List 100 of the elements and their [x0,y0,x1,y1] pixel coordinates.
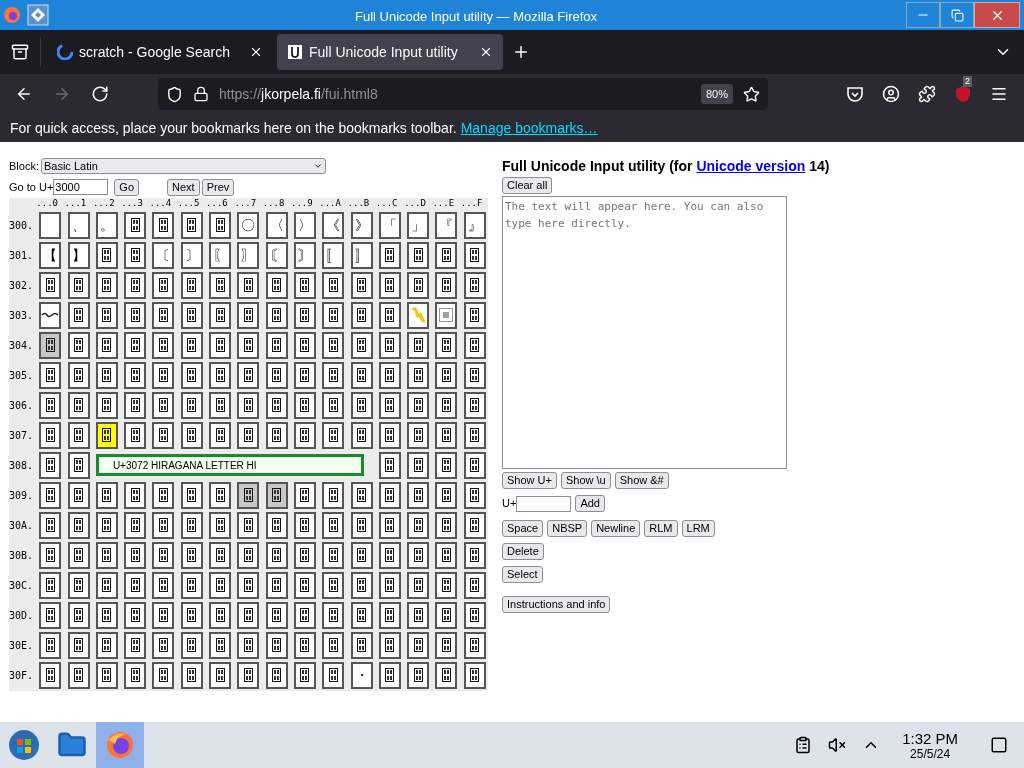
character-cell[interactable] [293,511,316,539]
insert-button[interactable]: NBSP [547,520,588,537]
character-cell[interactable] [378,271,401,299]
character-cell[interactable] [152,271,175,299]
character-cell[interactable] [152,421,175,449]
character-cell[interactable]: 。 [95,211,118,239]
character-cell[interactable]: 〉 [293,211,316,239]
extensions-icon[interactable] [918,85,936,103]
code-point-input[interactable] [516,495,572,512]
character-cell[interactable] [209,331,232,359]
character-cell[interactable] [407,571,430,599]
character-cell[interactable] [322,541,345,569]
next-button[interactable]: Next [167,178,200,196]
character-cell[interactable] [378,391,401,419]
character-cell[interactable] [209,391,232,419]
character-cell[interactable] [152,301,175,329]
character-cell[interactable] [237,421,260,449]
character-cell[interactable] [39,451,62,479]
character-cell[interactable] [124,661,147,689]
character-cell[interactable] [407,391,430,419]
character-cell[interactable] [463,631,486,659]
character-cell[interactable] [350,481,373,509]
character-cell[interactable] [39,361,62,389]
character-cell[interactable] [95,361,118,389]
character-cell[interactable] [435,391,458,419]
character-cell[interactable] [124,331,147,359]
character-cell[interactable] [378,421,401,449]
character-cell[interactable] [152,481,175,509]
character-cell[interactable] [124,631,147,659]
character-cell[interactable] [180,361,203,389]
character-cell[interactable] [350,511,373,539]
character-cell[interactable] [293,331,316,359]
character-cell[interactable] [39,331,62,359]
add-button[interactable]: Add [575,495,605,512]
character-cell[interactable] [407,481,430,509]
character-cell[interactable] [378,331,401,359]
character-cell[interactable] [463,361,486,389]
character-cell[interactable] [95,481,118,509]
character-cell[interactable] [435,481,458,509]
character-cell[interactable] [463,481,486,509]
character-cell[interactable] [265,331,288,359]
character-cell[interactable] [95,271,118,299]
character-cell[interactable] [407,241,430,269]
character-cell[interactable] [152,661,175,689]
character-cell[interactable] [152,211,175,239]
character-cell[interactable] [293,661,316,689]
character-cell[interactable] [265,571,288,599]
character-cell[interactable] [265,601,288,629]
go-button[interactable]: Go [114,178,139,196]
character-cell[interactable] [293,301,316,329]
character-cell[interactable] [463,451,486,479]
character-cell[interactable]: 』 [463,211,486,239]
character-cell[interactable]: 【 [39,241,62,269]
character-cell[interactable] [124,571,147,599]
character-cell[interactable] [152,571,175,599]
show-desktop-icon[interactable] [990,736,1008,754]
character-cell[interactable] [407,301,430,329]
character-cell[interactable] [124,361,147,389]
character-cell[interactable] [124,511,147,539]
delete-button[interactable]: Delete [502,543,544,560]
character-cell[interactable] [237,541,260,569]
character-cell[interactable] [435,571,458,599]
character-cell[interactable] [435,331,458,359]
muted-speaker-icon[interactable] [828,736,847,754]
character-cell[interactable] [293,601,316,629]
character-cell[interactable] [95,421,118,449]
character-cell[interactable] [378,541,401,569]
character-cell[interactable]: 〇 [237,211,260,239]
character-cell[interactable] [67,271,90,299]
character-cell[interactable] [124,211,147,239]
character-cell[interactable] [322,391,345,419]
character-cell[interactable] [67,631,90,659]
character-cell[interactable] [463,571,486,599]
character-cell[interactable] [463,421,486,449]
character-cell[interactable] [237,571,260,599]
character-cell[interactable] [463,241,486,269]
character-cell[interactable] [350,391,373,419]
browser-tab[interactable]: scratch - Google Search [47,34,273,70]
character-cell[interactable] [237,481,260,509]
character-cell[interactable] [435,301,458,329]
character-cell[interactable] [124,301,147,329]
character-cell[interactable] [180,301,203,329]
character-cell[interactable] [463,271,486,299]
close-tab-icon[interactable] [249,45,263,59]
character-cell[interactable] [463,511,486,539]
character-cell[interactable] [350,631,373,659]
character-cell[interactable] [322,511,345,539]
character-cell[interactable] [350,271,373,299]
browser-tab[interactable]: Full Unicode Input utility [277,34,503,70]
character-cell[interactable] [152,361,175,389]
character-cell[interactable] [378,301,401,329]
character-cell[interactable] [322,571,345,599]
character-cell[interactable] [322,301,345,329]
character-cell[interactable] [435,361,458,389]
character-cell[interactable] [67,451,90,479]
character-cell[interactable] [209,511,232,539]
character-cell[interactable] [435,451,458,479]
character-cell[interactable] [265,481,288,509]
character-cell[interactable] [209,571,232,599]
character-cell[interactable] [350,541,373,569]
